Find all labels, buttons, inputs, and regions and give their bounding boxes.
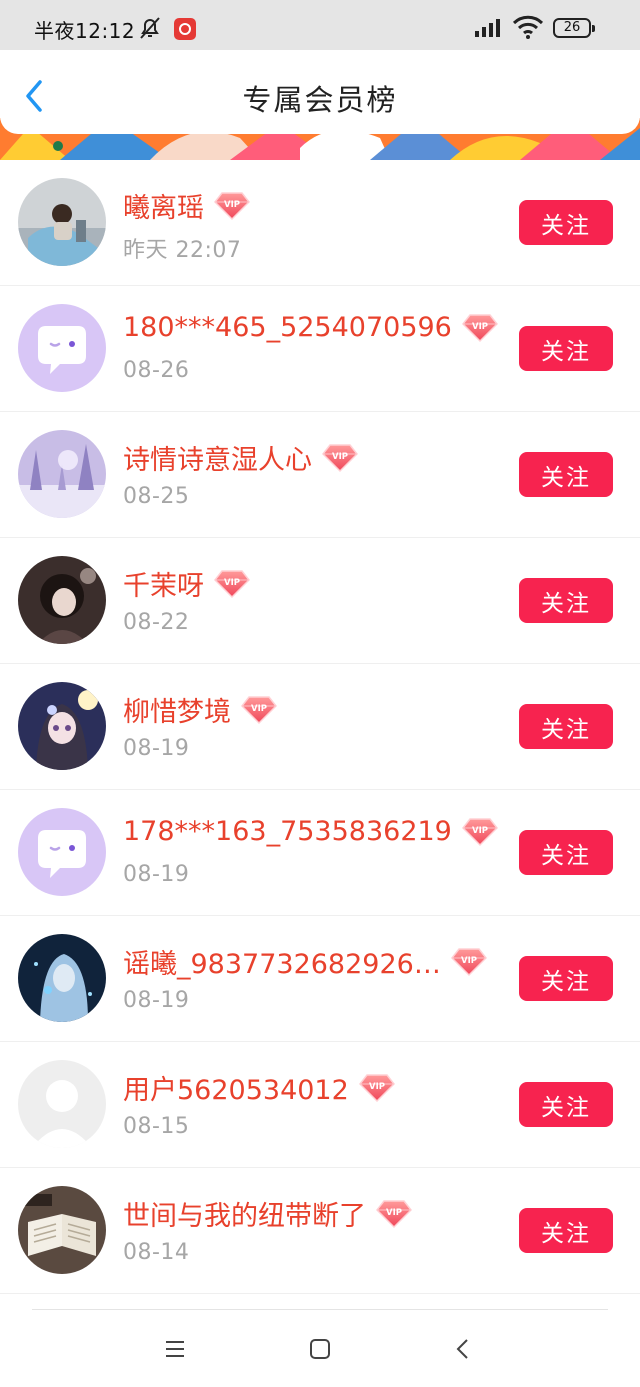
vip-diamond-icon: VIP xyxy=(241,695,277,725)
page-title: 专属会员榜 xyxy=(242,83,398,117)
member-date: 昨天 22:07 xyxy=(123,238,242,263)
member-date: 08-19 xyxy=(123,736,190,761)
status-bar: 半夜12:12 26 xyxy=(0,0,640,50)
vip-text: VIP xyxy=(386,1208,402,1218)
follow-button[interactable]: 关注 xyxy=(519,830,613,875)
follow-button[interactable]: 关注 xyxy=(519,452,613,497)
vip-diamond-icon: VIP xyxy=(214,569,250,599)
member-name[interactable]: 180***465_5254070596 xyxy=(123,312,452,343)
member-name[interactable]: 千茉呀 xyxy=(123,564,204,603)
vip-diamond-icon: VIP xyxy=(450,947,487,977)
member-name[interactable]: 诗情诗意湿人心 xyxy=(123,438,312,477)
list-item[interactable]: 曦离瑶 VIP 昨天 22:07 关注 xyxy=(0,160,640,286)
home-icon[interactable] xyxy=(309,1338,331,1364)
system-nav-bar xyxy=(0,1298,640,1387)
name-line: 谣曦_9837732682926… VIP xyxy=(123,942,487,981)
vip-diamond-icon: VIP xyxy=(214,191,250,221)
avatar[interactable] xyxy=(18,178,106,266)
member-date: 08-26 xyxy=(123,358,190,383)
list-item[interactable]: 用户5620534012 VIP 08-15 关注 xyxy=(0,1042,640,1168)
follow-button[interactable]: 关注 xyxy=(519,956,613,1001)
member-name[interactable]: 谣曦_9837732682926… xyxy=(123,942,441,981)
member-name[interactable]: 178***163_7535836219 xyxy=(123,816,452,847)
member-date: 08-15 xyxy=(123,1114,190,1139)
list-item[interactable]: 诗情诗意湿人心 VIP 08-25 关注 xyxy=(0,412,640,538)
follow-button[interactable]: 关注 xyxy=(519,200,613,245)
wifi-icon xyxy=(512,14,544,44)
follow-button[interactable]: 关注 xyxy=(519,1208,613,1253)
member-name[interactable]: 柳惜梦境 xyxy=(123,690,231,729)
name-line: 178***163_7535836219 VIP xyxy=(123,816,498,847)
vip-text: VIP xyxy=(224,200,240,210)
vip-diamond-icon: VIP xyxy=(358,1073,395,1103)
follow-button[interactable]: 关注 xyxy=(519,1082,613,1127)
vip-diamond-icon: VIP xyxy=(461,817,498,847)
avatar[interactable] xyxy=(18,808,106,896)
member-date: 08-22 xyxy=(123,610,190,635)
name-line: 用户5620534012 VIP xyxy=(123,1068,395,1107)
name-line: 千茉呀 VIP xyxy=(123,564,250,603)
recent-apps-icon[interactable] xyxy=(164,1340,186,1362)
list-item[interactable]: 谣曦_9837732682926… VIP 08-19 关注 xyxy=(0,916,640,1042)
member-name[interactable]: 用户5620534012 xyxy=(123,1068,349,1107)
vip-diamond-icon: VIP xyxy=(461,313,498,343)
member-date: 08-14 xyxy=(123,1240,190,1265)
avatar[interactable] xyxy=(18,430,106,518)
avatar[interactable] xyxy=(18,934,106,1022)
follow-button[interactable]: 关注 xyxy=(519,704,613,749)
vip-text: VIP xyxy=(472,826,488,836)
member-name[interactable]: 世间与我的纽带断了 xyxy=(123,1194,366,1233)
name-line: 曦离瑶 VIP xyxy=(123,186,250,225)
follow-button[interactable]: 关注 xyxy=(519,578,613,623)
vip-text: VIP xyxy=(472,322,488,332)
vip-text: VIP xyxy=(461,956,477,966)
vip-text: VIP xyxy=(224,578,240,588)
member-name[interactable]: 曦离瑶 xyxy=(123,186,204,225)
member-date: 08-19 xyxy=(123,862,190,887)
follow-button[interactable]: 关注 xyxy=(519,326,613,371)
vip-diamond-icon: VIP xyxy=(322,443,358,473)
vip-text: VIP xyxy=(332,452,348,462)
vip-text: VIP xyxy=(369,1082,385,1092)
member-date: 08-25 xyxy=(123,484,190,509)
avatar[interactable] xyxy=(18,556,106,644)
mute-icon xyxy=(136,14,164,46)
name-line: 180***465_5254070596 VIP xyxy=(123,312,498,343)
status-time: 半夜12:12 xyxy=(34,19,136,43)
list-item[interactable]: 180***465_5254070596 VIP 08-26 关注 xyxy=(0,286,640,412)
list-item[interactable]: 柳惜梦境 VIP 08-19 关注 xyxy=(0,664,640,790)
list-item[interactable]: 世间与我的纽带断了 VIP 08-14 关注 xyxy=(0,1168,640,1294)
avatar[interactable] xyxy=(18,682,106,770)
nav-divider xyxy=(32,1309,608,1310)
header-bar: 专属会员榜 xyxy=(0,50,640,134)
list-item[interactable]: 178***163_7535836219 VIP 08-19 关注 xyxy=(0,790,640,916)
battery-icon: 26 xyxy=(553,18,595,38)
signal-icon xyxy=(474,16,506,42)
back-icon[interactable] xyxy=(455,1338,471,1364)
name-line: 柳惜梦境 VIP xyxy=(123,690,277,729)
avatar[interactable] xyxy=(18,1186,106,1274)
member-list: 曦离瑶 VIP 昨天 22:07 关注 180***465_5254070596 VIP 0… xyxy=(0,160,640,1294)
netease-music-icon xyxy=(174,18,196,40)
name-line: 世间与我的纽带断了 VIP xyxy=(123,1194,412,1233)
member-date: 08-19 xyxy=(123,988,190,1013)
vip-text: VIP xyxy=(251,704,267,714)
name-line: 诗情诗意湿人心 VIP xyxy=(123,438,358,477)
avatar[interactable] xyxy=(18,1060,106,1148)
vip-diamond-icon: VIP xyxy=(376,1199,412,1229)
list-item[interactable]: 千茉呀 VIP 08-22 关注 xyxy=(0,538,640,664)
avatar[interactable] xyxy=(18,304,106,392)
